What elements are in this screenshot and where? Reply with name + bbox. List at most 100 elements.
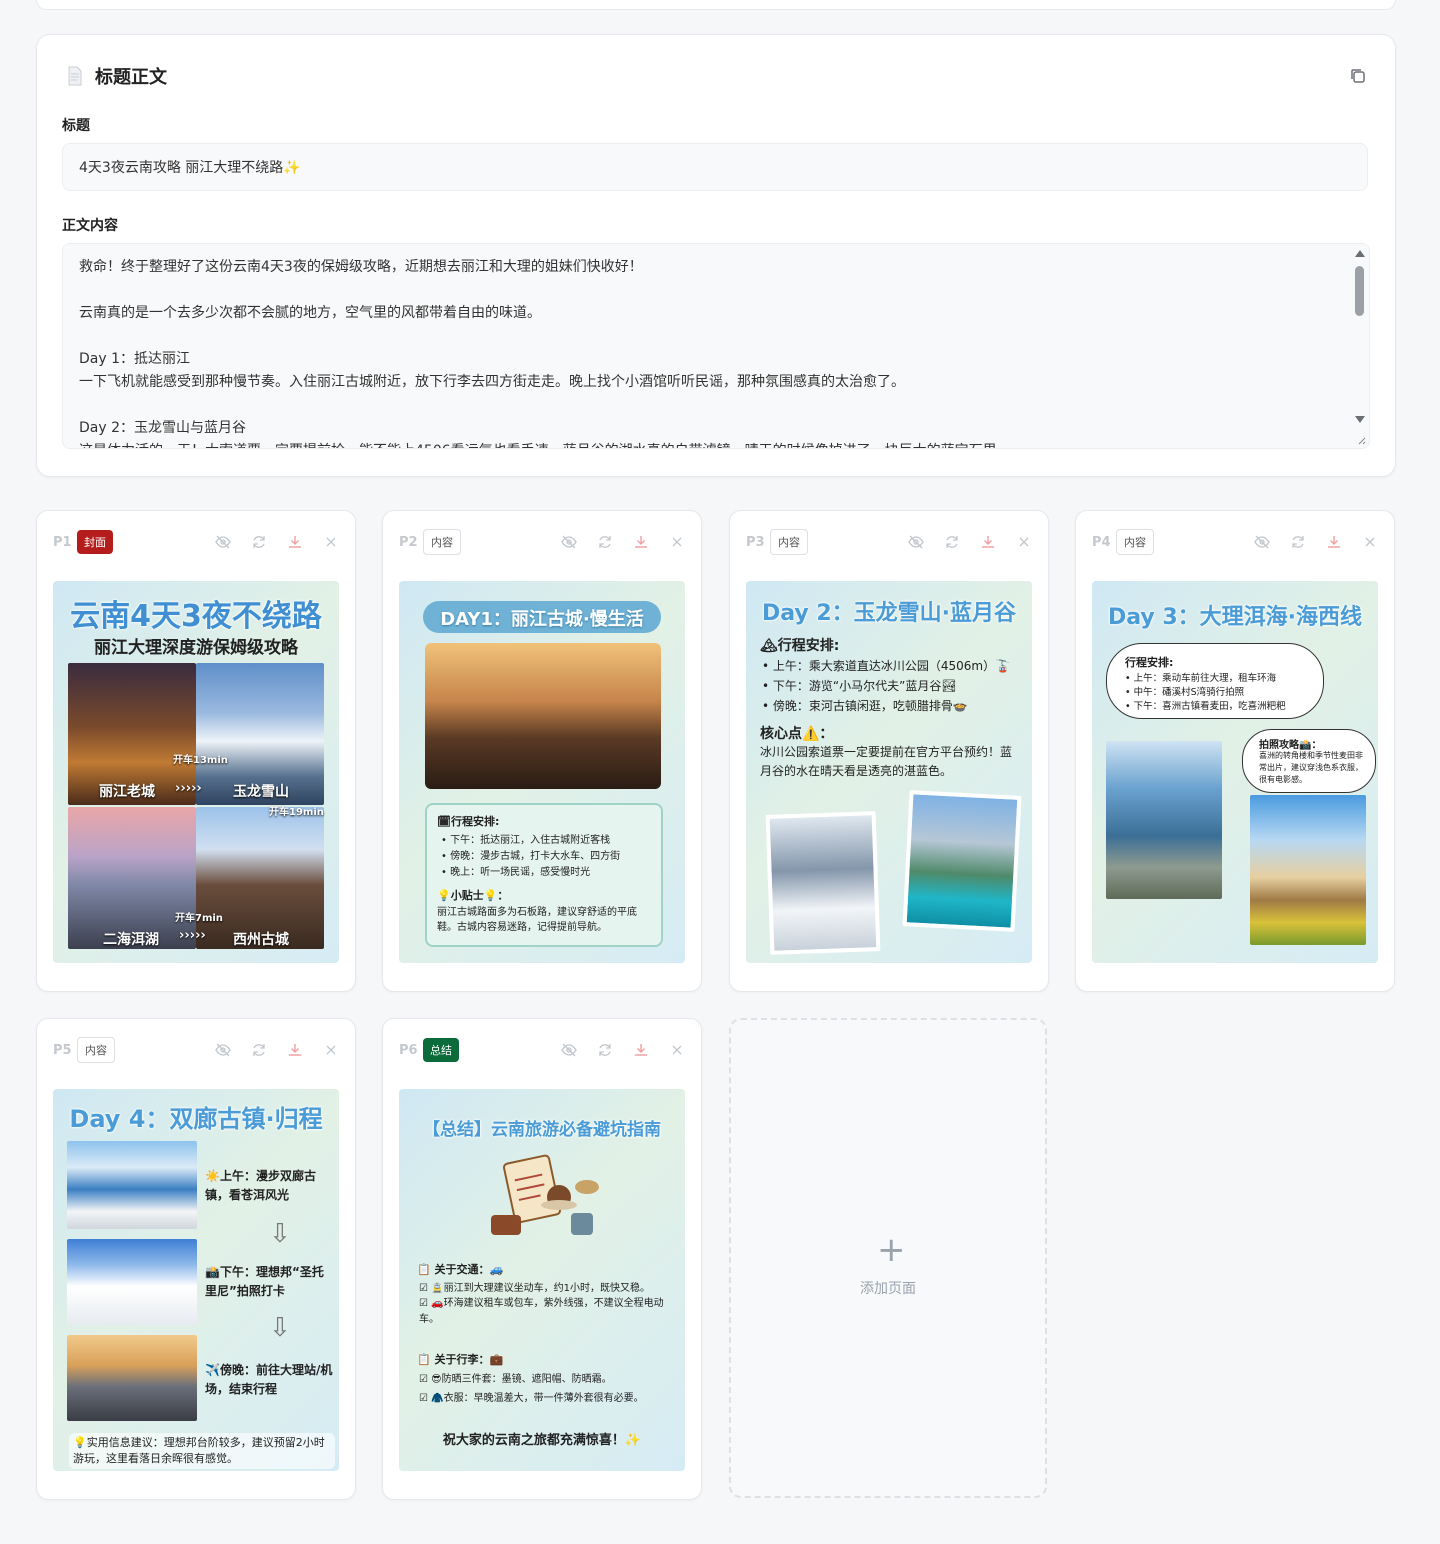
scroll-down-arrow[interactable] xyxy=(1355,416,1365,423)
hide-icon[interactable] xyxy=(215,534,231,550)
panel-header: 标题正文 xyxy=(67,63,167,89)
santorini-photo xyxy=(67,1239,197,1325)
page-title: DAY1：丽江古城·慢生活 xyxy=(440,609,644,630)
tip-text: 丽江古城路面多为石板路，建议穿舒适的平底鞋。古城内容易迷路，记得提前导航。 xyxy=(437,907,637,933)
route-arrows: ››››› xyxy=(175,781,202,796)
page-title: Day 2：玉龙雪山·蓝月谷 xyxy=(761,601,1017,626)
previous-panel-edge xyxy=(36,0,1396,10)
refresh-icon[interactable] xyxy=(251,534,267,550)
page-card-p2[interactable]: P2 内容 DAY1：丽江古城·慢生活 🗓行程安排: • 下午：抵达丽江，入住古… xyxy=(382,510,702,992)
key-point-heading: 核心点⚠️： xyxy=(760,726,834,742)
card-header: P4 内容 xyxy=(1092,529,1378,555)
page-card-p4[interactable]: P4 内容 Day 3：大理洱海·海西线 行程安排: • 上午：乘动车前往大理，… xyxy=(1075,510,1395,992)
refresh-icon[interactable] xyxy=(597,534,613,550)
hide-icon[interactable] xyxy=(561,1042,577,1058)
drive-time: 开车19min xyxy=(269,807,324,818)
itinerary-item: • 下午：游览“小马尔代夫”蓝月谷🏞 xyxy=(762,679,957,693)
refresh-icon[interactable] xyxy=(597,1042,613,1058)
itinerary-box: 🗓行程安排: • 下午：抵达丽江，入住古城附近客栈 • 傍晚：漫步古城，打卡大水… xyxy=(425,803,663,947)
card-actions xyxy=(215,534,339,550)
cover-title: 云南4天3夜不绕路 xyxy=(70,599,322,634)
page-thumbnail: Day 3：大理洱海·海西线 行程安排: • 上午：乘动车前往大理，租车环海 •… xyxy=(1092,581,1378,963)
refresh-icon[interactable] xyxy=(944,534,960,550)
page-title: 【总结】云南旅游必备避坑指南 xyxy=(423,1120,661,1140)
cover-subtitle: 丽江大理深度游保姆级攻略 xyxy=(94,638,298,658)
schedule-item: ✈️傍晚：前往大理站/机场，结束行程 xyxy=(205,1363,333,1396)
page-card-p6[interactable]: P6 总结 【总结】云南旅游必备避坑指南 📋 关于交通：🚙 ☑ 🚊丽江到大理建议… xyxy=(382,1018,702,1500)
page-number: P6 xyxy=(399,1042,418,1058)
card-actions xyxy=(908,534,1032,550)
body-textarea[interactable]: 救命！终于整理好了这份云南4天3夜的保姆级攻略，近期想去丽江和大理的姐妹们快收好… xyxy=(62,243,1370,449)
body-line: 一下飞机就能感受到那种慢节奏。入住丽江古城附近，放下行李去四方街走走。晚上找个小… xyxy=(79,374,905,390)
photo-tip-text: 喜洲的转角楼和季节性麦田非常出片，建议穿浅色系衣服，很有电影感。 xyxy=(1259,751,1363,784)
download-icon[interactable] xyxy=(1326,534,1342,550)
page-thumbnail: Day 2：玉龙雪山·蓝月谷 🏔行程安排: • 上午：乘大索道直达冰川公园（45… xyxy=(746,581,1032,963)
refresh-icon[interactable] xyxy=(1290,534,1306,550)
page-type-badge: 总结 xyxy=(423,1038,459,1062)
hide-icon[interactable] xyxy=(561,534,577,550)
photo-label: 玉龙雪山 xyxy=(233,784,289,800)
page-type-badge: 内容 xyxy=(770,529,808,555)
page-title: Day 4：双廊古镇·归程 xyxy=(69,1105,323,1133)
plus-icon: + xyxy=(877,1230,906,1270)
page-title: Day 3：大理洱海·海西线 xyxy=(1107,605,1363,630)
scroll-up-arrow[interactable] xyxy=(1355,250,1365,257)
page-number: P5 xyxy=(53,1042,72,1058)
itinerary-item: • 傍晚：束河古镇闲逛，吃顿腊排骨🍲 xyxy=(762,699,968,713)
title-input[interactable]: 4天3夜云南攻略 丽江大理不绕路✨ xyxy=(62,143,1368,191)
card-header: P6 总结 xyxy=(399,1037,685,1063)
itinerary-item: • 上午：乘大索道直达冰川公园（4506m）🚡 xyxy=(762,659,1011,673)
itinerary-item: • 中午：磻溪村S湾骑行拍照 xyxy=(1125,687,1245,698)
hide-icon[interactable] xyxy=(215,1042,231,1058)
download-icon[interactable] xyxy=(633,1042,649,1058)
hide-icon[interactable] xyxy=(1254,534,1270,550)
transport-item: ☑ 🚊丽江到大理建议坐动车，约1小时，既快又稳。 xyxy=(419,1283,650,1294)
photo-tip-bubble: 拍照攻略📸： 喜洲的转角楼和季节性麦田非常出片，建议穿浅色系衣服，很有电影感。 xyxy=(1242,729,1376,793)
down-arrow-icon: ⇩ xyxy=(269,1313,291,1343)
card-actions xyxy=(1254,534,1378,550)
add-page-button[interactable]: + 添加页面 xyxy=(729,1018,1047,1498)
itinerary-heading: 行程安排: xyxy=(1125,656,1174,669)
card-header: P5 内容 xyxy=(53,1037,339,1063)
close-icon[interactable] xyxy=(1362,534,1378,550)
copy-icon[interactable] xyxy=(1349,67,1367,85)
practical-tip: 💡实用信息建议：理想邦台阶较多，建议预留2小时游玩，这里看落日余晖很有感觉。 xyxy=(69,1433,335,1469)
closing-line: 祝大家的云南之旅都充满惊喜！✨ xyxy=(442,1433,642,1448)
hide-icon[interactable] xyxy=(908,534,924,550)
page-type-badge: 内容 xyxy=(77,1037,115,1063)
page-card-p5[interactable]: P5 内容 Day 4：双廊古镇·归程 ☀️上午：漫步双廊古镇，看苍洱风光 ⇩ … xyxy=(36,1018,356,1500)
download-icon[interactable] xyxy=(287,1042,303,1058)
close-icon[interactable] xyxy=(323,1042,339,1058)
itinerary-item: • 下午：抵达丽江，入住古城附近客栈 xyxy=(441,835,611,846)
close-icon[interactable] xyxy=(323,534,339,550)
title-label: 标题 xyxy=(62,118,90,134)
travel-essentials-illustration xyxy=(491,1154,599,1235)
refresh-icon[interactable] xyxy=(251,1042,267,1058)
page-type-badge: 内容 xyxy=(423,529,461,555)
page-number: P2 xyxy=(399,534,418,550)
close-icon[interactable] xyxy=(669,534,685,550)
body-label: 正文内容 xyxy=(62,218,118,234)
photo-label: 西州古城 xyxy=(233,932,289,948)
transport-heading: 📋 关于交通：🚙 xyxy=(417,1263,504,1276)
close-icon[interactable] xyxy=(669,1042,685,1058)
itinerary-heading: 🗓行程安排: xyxy=(437,815,500,828)
photo-tip-heading: 拍照攻略📸： xyxy=(1259,740,1322,751)
download-icon[interactable] xyxy=(287,534,303,550)
resize-handle-icon[interactable] xyxy=(1356,435,1366,445)
close-icon[interactable] xyxy=(1016,534,1032,550)
scrollbar-thumb[interactable] xyxy=(1355,266,1364,316)
page-card-p1[interactable]: P1 封面 云南4天3夜不绕路 丽江大理深度游保姆级攻略 丽江老城 玉龙雪山 二… xyxy=(36,510,356,992)
transport-item: ☑ 🚗环海建议租车或包车，紫外线强，不建议全程电动车。 xyxy=(419,1298,664,1325)
page-card-p3[interactable]: P3 内容 Day 2：玉龙雪山·蓝月谷 🏔行程安排: • 上午：乘大索道直达冰… xyxy=(729,510,1049,992)
download-icon[interactable] xyxy=(633,534,649,550)
luggage-item: ☑ 😎防晒三件套：墨镜、遮阳帽、防晒霜。 xyxy=(419,1374,612,1385)
drive-time: 开车7min xyxy=(175,913,223,924)
tip-heading: 💡小贴士💡： xyxy=(437,889,509,902)
down-arrow-icon: ⇩ xyxy=(269,1219,291,1249)
schedule-item: 📸下午：理想邦“圣托里尼”拍照打卡 xyxy=(205,1265,324,1298)
itinerary-bubble: 行程安排: • 上午：乘动车前往大理，租车环海 • 中午：磻溪村S湾骑行拍照 •… xyxy=(1106,643,1324,719)
card-header: P1 封面 xyxy=(53,529,339,555)
download-icon[interactable] xyxy=(980,534,996,550)
